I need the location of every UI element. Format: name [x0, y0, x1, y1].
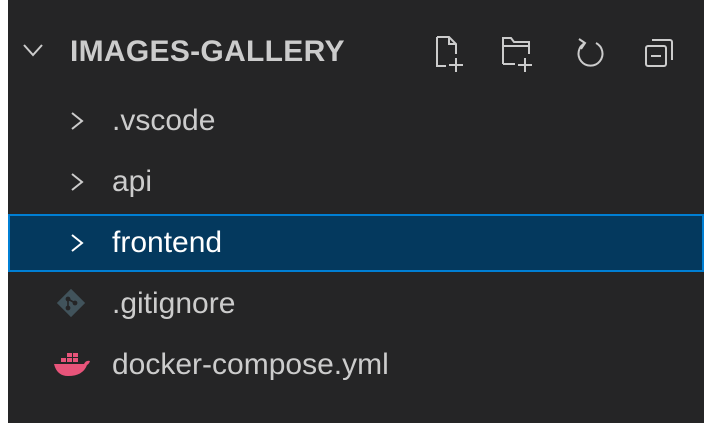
file-explorer: IMAGES-GALLERY .vscode api frontend .git… [8, 0, 704, 423]
chevron-right-icon [71, 173, 84, 191]
tree-item-docker-compose[interactable]: docker-compose.yml [8, 336, 704, 394]
tree-item-api[interactable]: api [8, 153, 704, 211]
tree-item-label: .gitignore [112, 287, 236, 320]
new-folder-icon[interactable] [500, 34, 534, 74]
explorer-section-header[interactable]: IMAGES-GALLERY [8, 18, 704, 82]
chevron-right-icon [71, 234, 84, 252]
tree-item-gitignore[interactable]: .gitignore [8, 275, 704, 333]
tree-item-label: api [112, 165, 153, 198]
tree-item-label: docker-compose.yml [112, 348, 389, 381]
tree-item-vscode[interactable]: .vscode [8, 92, 704, 150]
new-file-icon[interactable] [432, 34, 466, 74]
tree-item-frontend[interactable]: frontend [8, 214, 704, 272]
section-title: IMAGES-GALLERY [70, 35, 345, 68]
tree-item-label: frontend [112, 226, 223, 259]
git-icon [56, 289, 86, 318]
refresh-icon[interactable] [574, 34, 608, 74]
docker-icon [54, 353, 90, 376]
chevron-down-icon[interactable] [22, 42, 44, 58]
collapse-all-icon[interactable] [642, 34, 676, 74]
chevron-right-icon [71, 112, 84, 130]
tree-item-label: .vscode [112, 104, 216, 137]
